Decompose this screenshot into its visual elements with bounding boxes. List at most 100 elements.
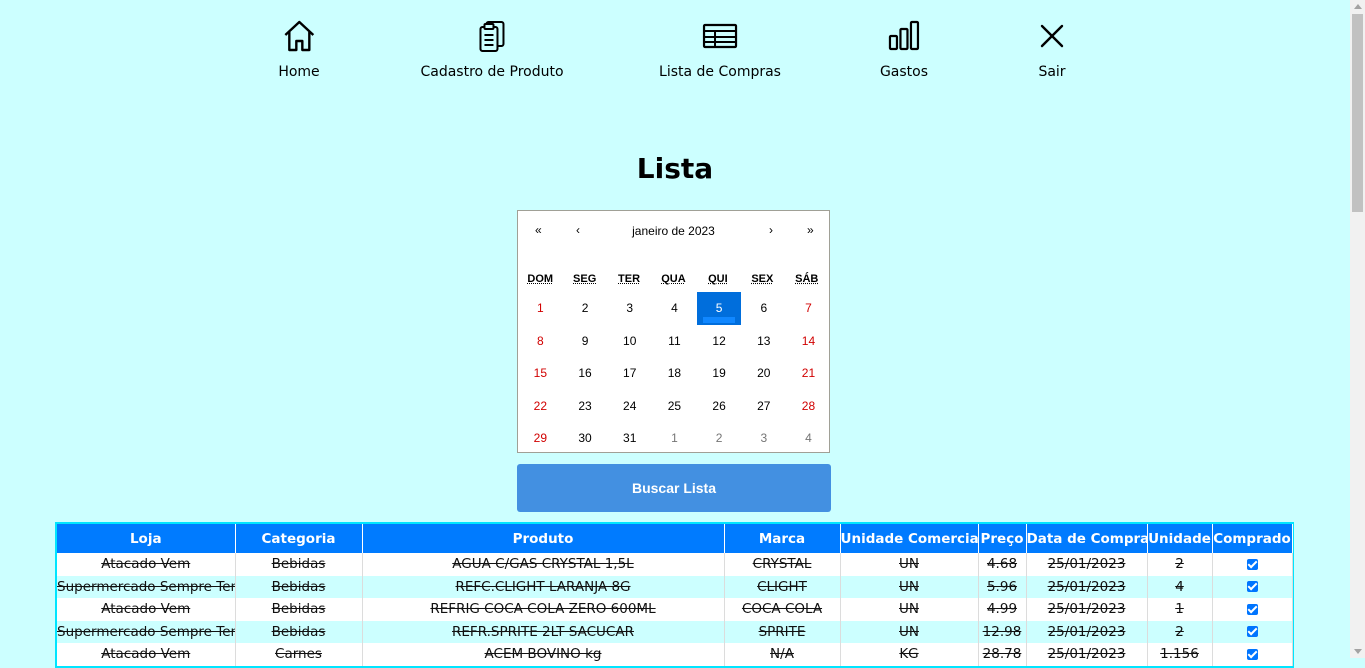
calendar-day[interactable]: 11 [652,325,697,358]
calendar-day[interactable]: 31 [607,422,652,455]
calendar-prev-month-button[interactable]: ‹ [576,223,580,237]
column-header: Unidade Comercial [840,524,979,553]
table-cell: Supermercado Sempre Tem [57,620,236,643]
table-cell: UN [840,575,979,598]
calendar-month-label[interactable]: janeiro de 2023 [518,224,829,238]
column-header: Loja [57,524,236,553]
table-row: Supermercado Sempre Tem Bebidas REFR.SPRIT… [57,620,1293,643]
table-cell: 1.156 [1147,643,1213,666]
column-header: Categoria [235,524,363,553]
table-header-row: Loja Categoria Produto Marca Unidade Com… [57,524,1293,553]
column-header: Comprado [1212,524,1293,553]
buscar-lista-button[interactable]: Buscar Lista [517,464,831,512]
page-scrollbar[interactable] [1350,0,1365,658]
nav-lista-compras[interactable]: Lista de Compras [659,18,781,80]
table-cell: COCA COLA [724,598,841,621]
calendar-day[interactable]: 26 [697,390,742,423]
table-cell: 2 [1147,553,1213,576]
nav-home-label: Home [278,64,320,80]
nav-sair-label: Sair [1038,64,1066,80]
calendar-day[interactable]: 13 [741,325,786,358]
calendar-day[interactable]: 24 [607,390,652,423]
table-cell: 2 [1147,620,1213,643]
table-cell: 25/01/2023 [1026,553,1148,576]
nav-gastos[interactable]: Gastos [880,18,928,80]
calendar-weekdays: DOM SEG TER QUA QUI SEX SÁB [518,273,829,285]
calendar-day[interactable]: 16 [563,357,608,390]
calendar-day[interactable]: 4 [652,292,697,325]
nav-sair[interactable]: Sair [1034,18,1070,80]
top-nav: Home Cadastro de Produto Lista de Compra… [0,0,1350,90]
calendar-day[interactable]: 18 [652,357,697,390]
calendar-day[interactable]: 12 [697,325,742,358]
calendar-day[interactable]: 6 [741,292,786,325]
table-cell: UN [840,620,979,643]
table-cell: Bebidas [235,553,363,576]
calendar-day[interactable]: 25 [652,390,697,423]
bar-chart-icon [888,20,920,51]
calendar-day[interactable]: 2 [563,292,608,325]
nav-home[interactable]: Home [278,18,320,80]
table-cell: Bebidas [235,620,363,643]
table-cell: Atacado Vem [57,553,236,576]
calendar-day[interactable]: 4 [786,422,831,455]
calendar-day[interactable]: 3 [741,422,786,455]
table-cell: Atacado Vem [57,643,236,666]
scroll-up-arrow-icon[interactable] [1354,4,1362,9]
comprado-cell [1212,598,1293,621]
calendar-day[interactable]: 17 [607,357,652,390]
calendar-day[interactable]: 1 [518,292,563,325]
weekday-label: QUI [708,273,728,285]
column-header: Preço [978,524,1027,553]
table-cell: UN [840,598,979,621]
table-cell: REFRIG COCA COLA ZERO 600ML [362,598,725,621]
table-cell: 4 [1147,575,1213,598]
comprado-checkbox[interactable] [1246,603,1258,615]
table-cell: 4.68 [978,553,1027,576]
scroll-down-arrow-icon[interactable] [1354,649,1362,654]
weekday-label: SEX [751,273,774,285]
comprado-cell [1212,575,1293,598]
table-cell: KG [840,643,979,666]
calendar-day[interactable]: 1 [652,422,697,455]
calendar-day[interactable]: 21 [786,357,831,390]
calendar-next-month-button[interactable]: › [769,223,773,237]
calendar-day[interactable]: 20 [741,357,786,390]
comprado-checkbox[interactable] [1246,648,1258,660]
calendar-next-year-button[interactable]: » [807,223,814,237]
close-icon [1040,24,1064,48]
page-title: Lista [636,152,714,185]
column-header: Marca [724,524,841,553]
nav-cadastro-produto-label: Cadastro de Produto [420,64,564,80]
comprado-checkbox[interactable] [1246,581,1258,593]
comprado-checkbox[interactable] [1246,626,1258,638]
calendar-day[interactable]: 30 [563,422,608,455]
table-cell: CRYSTAL [724,553,841,576]
calendar-day-selected[interactable]: 5 [696,292,742,325]
nav-cadastro-produto[interactable]: Cadastro de Produto [420,18,564,80]
calendar-day[interactable]: 7 [786,292,831,325]
calendar-day[interactable]: 28 [786,390,831,423]
calendar-day[interactable]: 27 [741,390,786,423]
table-cell: Atacado Vem [57,598,236,621]
calendar-day[interactable]: 22 [518,390,563,423]
calendar-day[interactable]: 15 [518,357,563,390]
table-row: Atacado Vem Bebidas REFRIG COCA COLA ZERO … [57,598,1293,621]
table-cell: 25/01/2023 [1026,575,1148,598]
calendar-day[interactable]: 23 [563,390,608,423]
calendar-day[interactable]: 14 [786,325,831,358]
calendar-day[interactable]: 9 [563,325,608,358]
calendar-day[interactable]: 3 [607,292,652,325]
calendar-prev-year-button[interactable]: « [535,223,542,237]
calendar: « ‹ janeiro de 2023 › » DOM SEG TER QUA … [517,210,830,453]
column-header: Produto [362,524,725,553]
table-row: Supermercado Sempre Tem Bebidas REFC.CLIGH… [57,575,1293,598]
comprado-checkbox[interactable] [1246,558,1258,570]
table-icon [702,23,738,49]
scrollbar-thumb[interactable] [1352,14,1363,212]
calendar-day[interactable]: 8 [518,325,563,358]
calendar-day[interactable]: 10 [607,325,652,358]
calendar-day[interactable]: 2 [697,422,742,455]
calendar-day[interactable]: 19 [697,357,742,390]
calendar-day[interactable]: 29 [518,422,563,455]
